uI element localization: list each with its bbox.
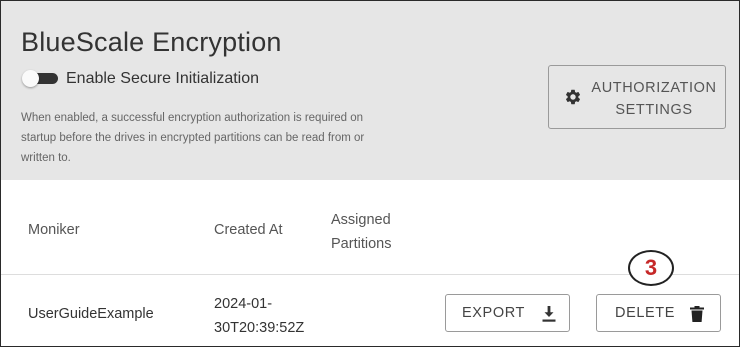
- secure-initialization-help-text: When enabled, a successful encryption au…: [21, 112, 365, 164]
- cell-moniker: UserGuideExample: [28, 306, 154, 322]
- authorization-settings-button[interactable]: AUTHORIZATION SETTINGS: [548, 65, 726, 129]
- export-label: EXPORT: [462, 305, 525, 321]
- callout-number: 3: [644, 255, 658, 280]
- secure-initialization-toggle[interactable]: [22, 70, 58, 87]
- page-title: BlueScale Encryption: [21, 27, 282, 57]
- authorization-settings-label: AUTHORIZATION SETTINGS: [591, 80, 717, 118]
- encryption-panel: BlueScale Encryption Enable Secure Initi…: [0, 0, 740, 347]
- download-icon: [542, 306, 556, 322]
- gear-icon: [565, 89, 581, 105]
- export-button[interactable]: EXPORT: [445, 294, 570, 332]
- row-divider: [1, 274, 739, 275]
- column-header-assigned-partitions: Assigned Partitions: [331, 212, 392, 252]
- toggle-thumb: [22, 70, 39, 87]
- delete-button[interactable]: DELETE: [596, 294, 721, 332]
- column-header-moniker: Moniker: [28, 222, 80, 238]
- column-header-created-at: Created At: [214, 222, 283, 238]
- trash-icon: [690, 306, 704, 322]
- delete-label: DELETE: [615, 305, 676, 321]
- cell-created-at: 2024-01- 30T20:39:52Z: [214, 296, 305, 336]
- secure-initialization-label: Enable Secure Initialization: [66, 70, 260, 87]
- step-callout-badge: 3: [628, 250, 674, 286]
